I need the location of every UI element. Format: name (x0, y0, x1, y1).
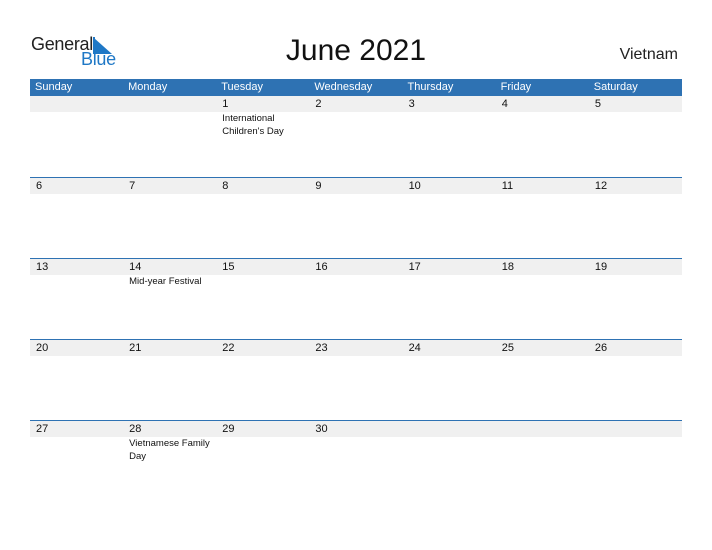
day-number: 5 (594, 98, 601, 110)
day-cell[interactable]: 1 International Children's Day (216, 96, 309, 177)
week-row: 6 7 8 9 10 11 12 (30, 177, 682, 259)
week-row: 20 21 22 23 24 25 26 (30, 339, 682, 421)
day-cell[interactable]: 16 (309, 259, 402, 340)
day-number: 10 (408, 180, 421, 192)
day-cell[interactable]: 27 (30, 421, 123, 502)
day-cell[interactable]: 14 Mid-year Festival (123, 259, 216, 340)
day-number: 3 (408, 98, 415, 110)
day-number: 30 (315, 423, 328, 435)
day-number: 11 (501, 180, 514, 192)
day-cell[interactable]: 11 (496, 178, 589, 259)
day-cell[interactable]: 8 (216, 178, 309, 259)
day-cell[interactable]: 7 (123, 178, 216, 259)
day-cell[interactable]: 12 (589, 178, 682, 259)
day-cell[interactable]: 4 (496, 96, 589, 177)
day-number: 4 (501, 98, 508, 110)
day-number: 16 (315, 261, 328, 273)
day-number: 7 (129, 180, 136, 192)
day-cell[interactable]: 20 (30, 340, 123, 421)
day-cell[interactable]: 2 (309, 96, 402, 177)
day-number: 8 (222, 180, 229, 192)
country-label: Vietnam (619, 46, 678, 63)
day-number: 14 (129, 261, 142, 273)
calendar-title: June 2021 (285, 34, 427, 67)
day-number: 27 (36, 423, 49, 435)
day-cell[interactable] (589, 421, 682, 502)
day-cell[interactable] (496, 421, 589, 502)
day-cell[interactable]: 23 (309, 340, 402, 421)
day-cell[interactable]: 18 (496, 259, 589, 340)
day-cell[interactable]: 24 (403, 340, 496, 421)
day-cell[interactable]: 26 (589, 340, 682, 421)
day-cell[interactable]: 3 (403, 96, 496, 177)
day-number: 12 (594, 180, 608, 192)
holiday-label: Vietnamese Family Day (129, 438, 210, 462)
day-number: 1 (222, 98, 229, 110)
weekday-header: Sunday Monday Tuesday Wednesday Thursday… (30, 79, 682, 96)
day-number: 2 (315, 98, 322, 110)
day-number: 22 (222, 342, 235, 354)
weekday-saturday: Saturday (593, 81, 638, 93)
holiday-label: Mid-year Festival (129, 276, 202, 287)
day-number: 26 (594, 342, 608, 354)
day-cell[interactable]: 28 Vietnamese Family Day (123, 421, 216, 502)
weekday-thursday: Thursday (407, 81, 454, 93)
week-row: 1 International Children's Day 2 3 4 5 (30, 96, 682, 177)
day-number: 15 (222, 261, 235, 273)
day-number: 23 (315, 342, 328, 354)
weekday-sunday: Sunday (35, 81, 73, 93)
week-row: 27 28 Vietnamese Family Day 29 30 (30, 420, 682, 502)
day-cell[interactable] (123, 96, 216, 177)
day-cell[interactable]: 6 (30, 178, 123, 259)
day-cell[interactable] (403, 421, 496, 502)
day-number: 25 (501, 342, 514, 354)
day-number: 20 (36, 342, 49, 354)
day-number: 9 (315, 180, 322, 192)
day-cell[interactable]: 17 (403, 259, 496, 340)
day-number: 19 (594, 261, 608, 273)
day-cell[interactable]: 9 (309, 178, 402, 259)
day-cell[interactable]: 21 (123, 340, 216, 421)
day-cell[interactable] (30, 96, 123, 177)
day-cell[interactable]: 22 (216, 340, 309, 421)
day-number: 13 (36, 261, 49, 273)
day-cell[interactable]: 19 (589, 259, 682, 340)
day-number: 28 (129, 423, 142, 435)
day-number: 29 (222, 423, 235, 435)
day-number: 6 (36, 180, 43, 192)
weekday-tuesday: Tuesday (221, 81, 264, 93)
day-cell[interactable]: 15 (216, 259, 309, 340)
day-number: 24 (408, 342, 421, 354)
day-cell[interactable]: 5 (589, 96, 682, 177)
day-number: 17 (408, 261, 421, 273)
weekday-friday: Friday (500, 81, 532, 93)
day-cell[interactable]: 13 (30, 259, 123, 340)
day-cell[interactable]: 30 (309, 421, 402, 502)
day-number: 21 (129, 342, 142, 354)
day-cell[interactable]: 10 (403, 178, 496, 259)
weekday-monday: Monday (128, 81, 168, 93)
day-cell[interactable]: 29 (216, 421, 309, 502)
week-row: 13 14 Mid-year Festival 15 16 17 18 19 (30, 258, 682, 340)
weekday-wednesday: Wednesday (314, 81, 373, 93)
holiday-label: International Children's Day (222, 113, 284, 137)
day-cell[interactable]: 25 (496, 340, 589, 421)
day-number: 18 (501, 261, 514, 273)
